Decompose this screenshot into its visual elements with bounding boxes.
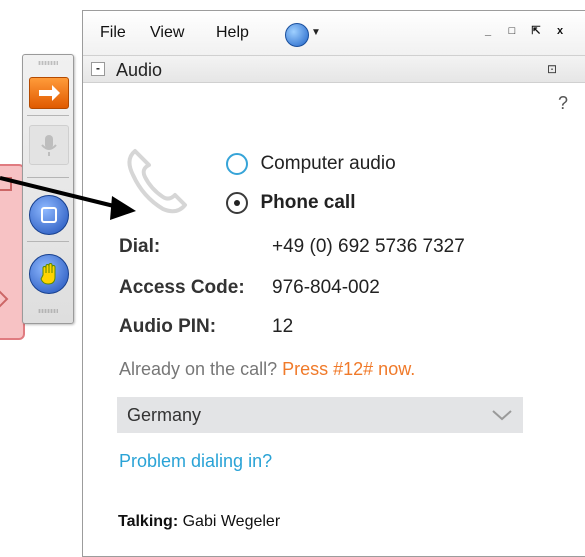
phone-call-option[interactable]: Phone call xyxy=(226,192,355,214)
country-selected-value: Germany xyxy=(127,405,202,425)
phone-call-radio[interactable] xyxy=(226,192,248,214)
problem-dialing-link[interactable]: Problem dialing in? xyxy=(119,451,272,472)
toolbar-grip-top[interactable] xyxy=(38,61,58,65)
mute-button[interactable] xyxy=(29,125,69,165)
audio-pin-value: 12 xyxy=(272,316,294,337)
phone-call-label: Phone call xyxy=(260,192,356,213)
arrow-right-icon xyxy=(39,85,60,101)
menu-file[interactable]: File xyxy=(100,24,126,42)
help-button[interactable]: ? xyxy=(558,93,568,114)
webcam-icon xyxy=(41,207,57,223)
menu-help[interactable]: Help xyxy=(216,24,249,42)
globe-icon[interactable] xyxy=(285,23,309,47)
toolbar-divider xyxy=(27,115,69,116)
callout-marker xyxy=(0,177,12,191)
control-toolbar xyxy=(22,54,74,324)
dial-label: Dial: xyxy=(119,236,161,257)
callout-arrow-icon xyxy=(0,290,9,308)
minimize-button[interactable]: _ xyxy=(481,24,495,38)
webcam-button[interactable] xyxy=(29,195,69,235)
access-code-label: Access Code: xyxy=(119,277,245,298)
already-on-call-question: Already on the call? xyxy=(119,359,278,379)
audio-pin-label: Audio PIN: xyxy=(119,316,217,337)
access-code-value: 976-804-002 xyxy=(272,277,380,298)
audio-panel-window: File View Help ▼ _ □ ⇱ x - Audio ⊡ ? Com… xyxy=(82,10,585,557)
section-title: Audio xyxy=(116,60,163,80)
audio-section-header: - Audio ⊡ xyxy=(83,55,585,83)
toolbar-divider xyxy=(27,177,69,178)
maximize-button[interactable]: □ xyxy=(505,24,519,38)
popout-icon[interactable]: ⊡ xyxy=(547,62,557,76)
already-on-call-text: Already on the call? Press #12# now. xyxy=(119,359,415,380)
popout-button[interactable]: ⇱ xyxy=(529,24,543,38)
chevron-down-icon xyxy=(492,410,512,421)
close-button[interactable]: x xyxy=(553,24,567,38)
hand-icon xyxy=(40,263,56,285)
chevron-down-icon[interactable]: ▼ xyxy=(311,27,321,38)
collapse-button[interactable]: - xyxy=(91,62,105,76)
dial-number: +49 (0) 692 5736 7327 xyxy=(272,236,465,257)
share-screen-button[interactable] xyxy=(29,77,69,109)
talking-indicator: Talking: Gabi Wegeler xyxy=(118,513,280,531)
country-select[interactable]: Germany xyxy=(117,397,523,433)
phone-icon xyxy=(127,149,187,214)
raise-hand-button[interactable] xyxy=(29,254,69,294)
toolbar-grip-bottom[interactable] xyxy=(38,309,58,313)
computer-audio-radio[interactable] xyxy=(226,153,248,175)
menu-bar: File View Help ▼ _ □ ⇱ x xyxy=(83,11,585,55)
talking-name: Gabi Wegeler xyxy=(182,513,281,530)
computer-audio-option[interactable]: Computer audio xyxy=(226,153,396,175)
already-on-call-instruction: Press #12# now. xyxy=(282,359,416,379)
dial-row: Dial: +49 (0) 692 5736 7327 xyxy=(119,236,465,258)
microphone-icon xyxy=(41,135,57,156)
toolbar-divider xyxy=(27,241,69,242)
menu-view[interactable]: View xyxy=(150,24,184,42)
access-code-row: Access Code: 976-804-002 xyxy=(119,277,380,299)
computer-audio-label: Computer audio xyxy=(260,153,396,174)
audio-pin-row: Audio PIN: 12 xyxy=(119,316,293,338)
talking-label: Talking: xyxy=(118,513,179,530)
